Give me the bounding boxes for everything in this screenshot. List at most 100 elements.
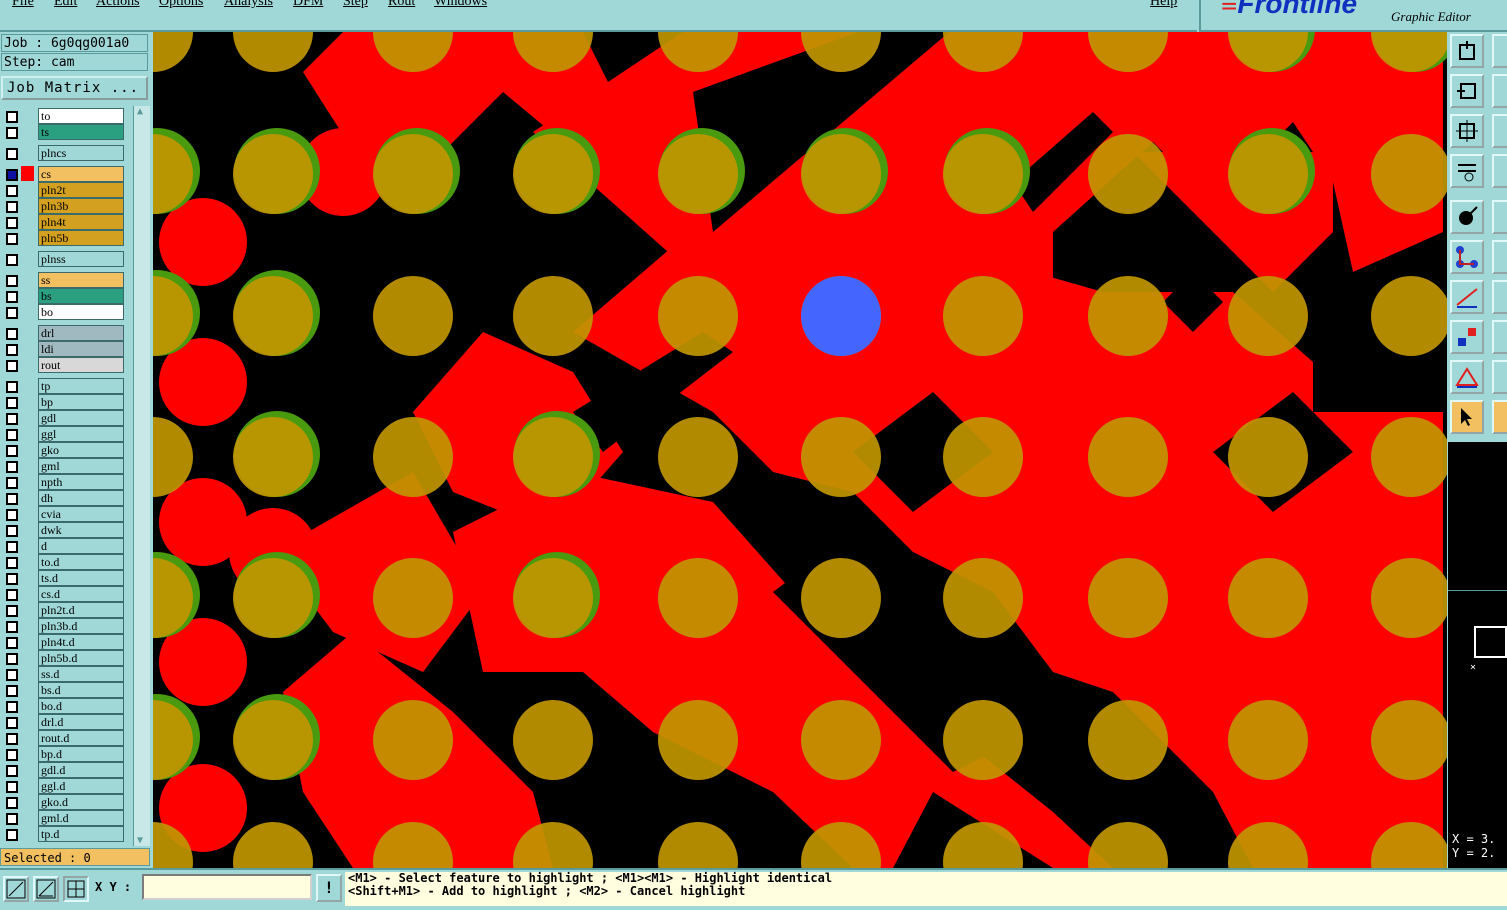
- layer-checkbox[interactable]: [6, 397, 18, 409]
- layer-color-swatch[interactable]: [21, 108, 34, 123]
- layer-color-swatch[interactable]: [21, 570, 34, 585]
- via-pad[interactable]: [943, 276, 1023, 356]
- layer-row-cs-d[interactable]: cs.d: [2, 586, 128, 602]
- layer-color-swatch[interactable]: [21, 182, 34, 197]
- menu-rout[interactable]: Rout: [388, 0, 415, 10]
- layer-name[interactable]: gko: [38, 442, 124, 458]
- layer-row-bp-d[interactable]: bp.d: [2, 746, 128, 762]
- via-pad[interactable]: [233, 822, 313, 868]
- layer-row-drl[interactable]: drl: [2, 325, 128, 341]
- overview-map[interactable]: ×: [1448, 442, 1507, 830]
- layer-checkbox[interactable]: [6, 254, 18, 266]
- via-pad[interactable]: [801, 558, 881, 638]
- layer-row-gml-d[interactable]: gml.d: [2, 810, 128, 826]
- measure-tool-button[interactable]: [33, 876, 59, 902]
- message-button[interactable]: !: [316, 874, 342, 902]
- via-pad[interactable]: [658, 276, 738, 356]
- select-button-2[interactable]: [1492, 200, 1507, 234]
- layer-name[interactable]: to: [38, 108, 124, 124]
- layer-checkbox[interactable]: [6, 589, 18, 601]
- layer-checkbox[interactable]: [6, 765, 18, 777]
- fit-button-2[interactable]: [1492, 114, 1507, 148]
- layer-row-tp-d[interactable]: tp.d: [2, 826, 128, 842]
- layer-name[interactable]: pln2t.d: [38, 602, 124, 618]
- layer-checkbox[interactable]: [6, 328, 18, 340]
- layer-checkbox[interactable]: [6, 493, 18, 505]
- layer-name[interactable]: pln3b: [38, 198, 124, 214]
- layer-row-pln3b[interactable]: pln3b: [2, 198, 128, 214]
- layer-color-swatch[interactable]: [21, 458, 34, 473]
- highlighted-pad[interactable]: [801, 276, 881, 356]
- tools-button[interactable]: [1450, 154, 1484, 188]
- layer-name[interactable]: dh: [38, 490, 124, 506]
- tools-button-2[interactable]: [1492, 154, 1507, 188]
- layer-checkbox[interactable]: [6, 360, 18, 372]
- layer-checkbox[interactable]: [6, 717, 18, 729]
- layer-name[interactable]: pln4t.d: [38, 634, 124, 650]
- layer-color-swatch[interactable]: [21, 410, 34, 425]
- via-pad[interactable]: [801, 700, 881, 780]
- layer-color-swatch[interactable]: [21, 288, 34, 303]
- layer-name[interactable]: cs: [38, 166, 124, 182]
- layer-row-ss[interactable]: ss: [2, 272, 128, 288]
- layer-row-ldi[interactable]: ldi: [2, 341, 128, 357]
- fit-button[interactable]: [1450, 114, 1484, 148]
- via-pad[interactable]: [1088, 822, 1168, 868]
- layer-checkbox[interactable]: [6, 477, 18, 489]
- window-button[interactable]: [1450, 34, 1484, 68]
- via-pad[interactable]: [233, 558, 313, 638]
- via-pad[interactable]: [658, 558, 738, 638]
- layer-color-swatch[interactable]: [21, 304, 34, 319]
- layer-row-tp[interactable]: tp: [2, 378, 128, 394]
- layer-color-swatch[interactable]: [21, 762, 34, 777]
- layer-name[interactable]: gko.d: [38, 794, 124, 810]
- layer-checkbox[interactable]: [6, 653, 18, 665]
- layer-checkbox[interactable]: [6, 148, 18, 160]
- layer-row-pln2t[interactable]: pln2t: [2, 182, 128, 198]
- job-matrix-button[interactable]: Job Matrix ...: [1, 76, 148, 100]
- layer-color-swatch[interactable]: [21, 826, 34, 841]
- via-pad[interactable]: [943, 558, 1023, 638]
- layer-row-plncs[interactable]: plncs: [2, 145, 128, 161]
- connect-button[interactable]: [1450, 240, 1484, 274]
- via-pad[interactable]: [233, 417, 313, 497]
- layer-color-swatch[interactable]: [21, 682, 34, 697]
- layer-row-ggl-d[interactable]: ggl.d: [2, 778, 128, 794]
- layer-name[interactable]: gdl: [38, 410, 124, 426]
- layer-row-d[interactable]: d: [2, 538, 128, 554]
- layer-row-gdl-d[interactable]: gdl.d: [2, 762, 128, 778]
- via-pad[interactable]: [513, 276, 593, 356]
- layer-color-swatch[interactable]: [21, 357, 34, 372]
- via-pad[interactable]: [658, 417, 738, 497]
- layer-color-swatch[interactable]: [21, 145, 34, 160]
- snap-button[interactable]: [1450, 320, 1484, 354]
- menu-dfm[interactable]: DFM: [293, 0, 323, 10]
- menu-edit[interactable]: Edit: [54, 0, 77, 10]
- layer-row-bo[interactable]: bo: [2, 304, 128, 320]
- layer-color-swatch[interactable]: [21, 666, 34, 681]
- layer-color-swatch[interactable]: [21, 714, 34, 729]
- via-pad[interactable]: [801, 134, 881, 214]
- layer-color-swatch[interactable]: [21, 602, 34, 617]
- layer-scrollbar[interactable]: ▲ ▼: [133, 106, 150, 846]
- layer-color-swatch[interactable]: [21, 506, 34, 521]
- via-pad[interactable]: [658, 700, 738, 780]
- layer-name[interactable]: pln4t: [38, 214, 124, 230]
- layer-name[interactable]: bp.d: [38, 746, 124, 762]
- via-pad[interactable]: [1228, 700, 1308, 780]
- layer-name[interactable]: drl.d: [38, 714, 124, 730]
- via-pad[interactable]: [1228, 417, 1308, 497]
- layer-color-swatch[interactable]: [21, 341, 34, 356]
- layer-name[interactable]: ggl.d: [38, 778, 124, 794]
- via-pad[interactable]: [801, 417, 881, 497]
- layer-row-to-d[interactable]: to.d: [2, 554, 128, 570]
- layer-color-swatch[interactable]: [21, 554, 34, 569]
- layer-name[interactable]: ts: [38, 124, 124, 140]
- zoom-home-button-2[interactable]: [1492, 74, 1507, 108]
- window-button-2[interactable]: [1492, 34, 1507, 68]
- via-pad[interactable]: [373, 417, 453, 497]
- layer-name[interactable]: bs: [38, 288, 124, 304]
- via-pad[interactable]: [658, 822, 738, 868]
- layer-color-swatch[interactable]: [21, 698, 34, 713]
- layer-color-swatch[interactable]: [21, 490, 34, 505]
